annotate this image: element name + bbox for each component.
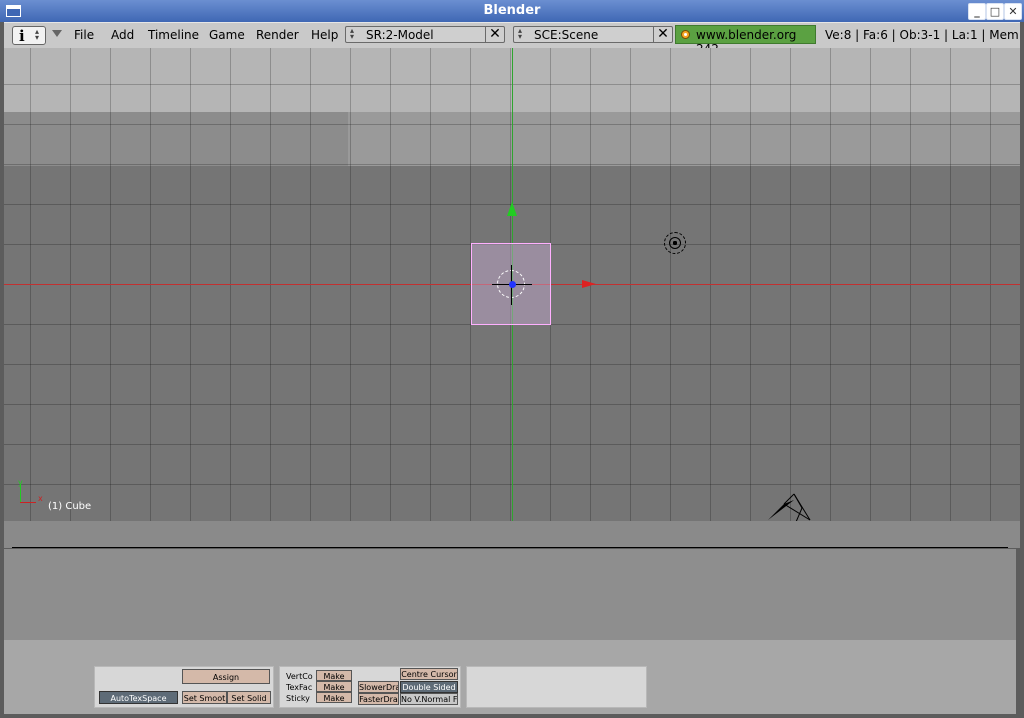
object-center-icon — [509, 281, 516, 288]
vertco-label: VertCo — [286, 672, 313, 681]
autotexspace-button[interactable]: AutoTexSpace — [99, 691, 178, 704]
scene-stats: Ve:8 | Fa:6 | Ob:3-1 | La:1 | Mem — [825, 28, 1019, 42]
delete-screen-icon[interactable]: ✕ — [485, 26, 504, 43]
updown-icon: ▴ ▾ — [35, 27, 40, 42]
version-badge[interactable]: www.blender.org 242 — [675, 25, 816, 56]
title-bar: Blender _ □ ✕ — [0, 0, 1024, 22]
menu-render[interactable]: Render — [256, 28, 299, 42]
menu-timeline[interactable]: Timeline — [148, 28, 199, 42]
3d-viewport[interactable]: x y (1) Cube — [4, 48, 1020, 521]
make-sticky-button[interactable]: Make — [316, 692, 352, 703]
delete-scene-icon[interactable]: ✕ — [653, 26, 672, 43]
mini-axis-y-label: y — [18, 478, 23, 487]
maximize-button[interactable]: □ — [986, 3, 1004, 20]
menu-collapse-icon[interactable] — [52, 30, 62, 37]
y-manipulator-arrow-icon[interactable] — [507, 202, 517, 216]
make-texface-button[interactable]: Make — [316, 681, 352, 692]
mini-axis-x — [20, 502, 36, 503]
lamp-icon[interactable] — [664, 232, 686, 254]
camera-icon[interactable] — [766, 492, 812, 521]
info-icon: i — [19, 27, 25, 45]
set-smooth-button[interactable]: Set Smoot — [182, 691, 227, 704]
mini-axis-x-label: x — [38, 494, 43, 503]
scene-selector[interactable]: ▴ ▾ SCE:Scene ✕ — [513, 26, 673, 43]
panel-empty — [466, 666, 647, 708]
panel-link-materials: Assign AutoTexSpace Set Smoot Set Solid — [94, 666, 274, 708]
set-solid-button[interactable]: Set Solid — [227, 691, 271, 704]
no-vnormal-flip-toggle[interactable]: No V.Normal F — [400, 693, 458, 705]
info-header: i ▴ ▾ File Add Timeline Game Render Help … — [4, 22, 1020, 56]
panel-mesh: VertCo TexFac Sticky Make Make Make Slow… — [279, 666, 461, 708]
assign-button[interactable]: Assign — [182, 669, 270, 684]
close-button[interactable]: ✕ — [1004, 3, 1022, 20]
minimize-button[interactable]: _ — [968, 3, 986, 20]
window-type-selector[interactable]: i ▴ ▾ — [12, 26, 46, 45]
updown-icon: ▴ ▾ — [518, 26, 523, 41]
texface-label: TexFac — [286, 683, 313, 692]
active-object-label: (1) Cube — [48, 501, 92, 512]
menu-file[interactable]: File — [74, 28, 94, 42]
blender-logo-icon — [681, 30, 690, 39]
sticky-label: Sticky — [286, 694, 310, 703]
centre-cursor-button[interactable]: Centre Cursor — [400, 668, 458, 680]
buttons-header-line — [12, 547, 1008, 548]
make-vertco-button[interactable]: Make — [316, 670, 352, 681]
faster-draw-button[interactable]: FasterDra — [358, 693, 399, 705]
window-title: Blender — [483, 3, 541, 18]
screen-selector[interactable]: ▴ ▾ SR:2-Model ✕ — [345, 26, 505, 43]
screen-name[interactable]: SR:2-Model — [366, 28, 434, 42]
scene-name[interactable]: SCE:Scene — [534, 28, 598, 42]
slower-draw-button[interactable]: SlowerDra — [358, 681, 399, 693]
x-manipulator-arrow-icon[interactable] — [582, 280, 596, 288]
menu-help[interactable]: Help — [311, 28, 338, 42]
double-sided-toggle[interactable]: Double Sided — [400, 681, 458, 693]
updown-icon: ▴ ▾ — [350, 26, 355, 41]
window-divider[interactable] — [4, 521, 1020, 548]
menu-add[interactable]: Add — [111, 28, 134, 42]
menu-game[interactable]: Game — [209, 28, 245, 42]
